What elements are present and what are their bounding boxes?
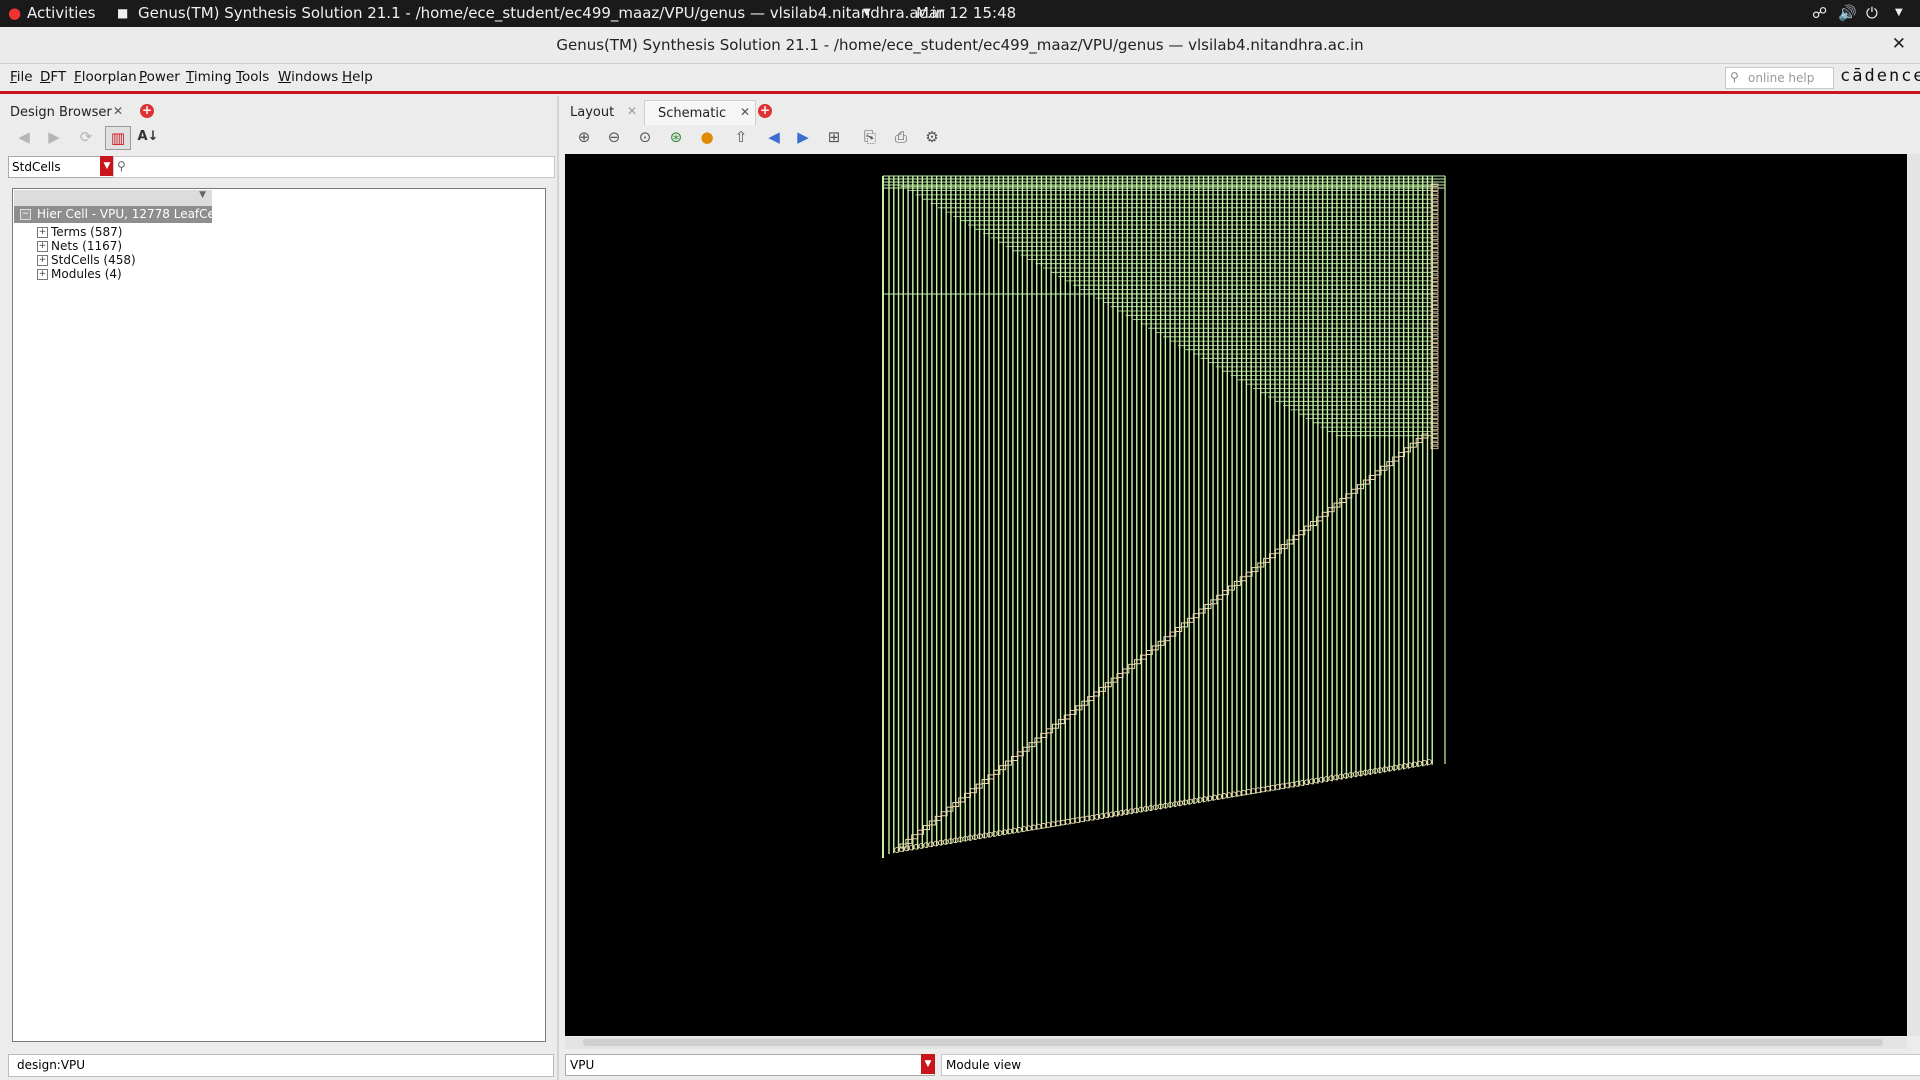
print-icon[interactable]: ⎙ [889,126,913,148]
push-up-icon[interactable]: ⇧ [729,126,753,148]
menu-power[interactable]: Power [139,69,180,85]
sort-az-icon[interactable]: A↓ [136,126,160,148]
tree-node-label: Nets (1167) [51,239,123,253]
menu-help[interactable]: Help [342,69,373,85]
vertical-scrollbar[interactable] [1908,154,1920,1036]
cell-type-filter[interactable]: StdCells ▼ [8,156,114,178]
activities-button[interactable]: Activities [27,4,95,22]
prev-icon[interactable]: ◀ [762,126,786,148]
app-menu-title[interactable]: Genus(TM) Synthesis Solution 21.1 - /hom… [138,4,945,22]
schematic-drawing [882,175,1446,858]
window-title-bar: Genus(TM) Synthesis Solution 21.1 - /hom… [0,27,1920,64]
schematic-status-bar: VPU ▼ Module view [565,1054,1920,1076]
forward-arrow-icon[interactable]: ▶ [42,126,66,148]
clock[interactable]: Mar 12 15:48 [916,4,1016,22]
module-selector[interactable]: VPU ▼ [565,1054,935,1076]
app-window-icon: ■ [117,6,129,20]
menu-floorplan[interactable]: Floorplan [74,69,137,85]
export-icon[interactable]: ⎘ [858,126,882,148]
panel-splitter[interactable] [557,96,559,1080]
browser-toolbar: ◀ ▶ ⟳ ▥ A↓ [0,122,556,150]
column-menu-icon[interactable]: ▼ [199,190,206,200]
window-title: Genus(TM) Synthesis Solution 21.1 - /hom… [556,36,1364,54]
next-icon[interactable]: ▶ [791,126,815,148]
cell-type-filter-value: StdCells [12,160,61,174]
tab-design-browser-label: Design Browser [10,105,112,120]
online-help-placeholder: online help [1748,71,1815,85]
dropdown-arrow-icon[interactable]: ▼ [921,1054,935,1074]
menu-bar: File DFT Floorplan Power Timing Tools Wi… [0,64,1920,94]
tree-root-label: Hier Cell - VPU, 12778 LeafCells [37,207,228,221]
redhat-icon: ● [8,4,22,22]
search-icon: ⚲ [117,159,126,173]
add-tab-icon[interactable]: + [140,104,154,118]
close-tab-icon[interactable]: ✕ [113,104,123,118]
design-tree: ▼ − Hier Cell - VPU, 12778 LeafCells + T… [12,188,546,1042]
zoom-area-icon[interactable]: ⊛ [664,126,688,148]
online-help-search[interactable]: ⚲ online help [1725,67,1834,89]
horizontal-scrollbar-thumb[interactable] [583,1039,1883,1046]
stop-icon[interactable]: ● [695,126,719,148]
tree-node-label: StdCells (458) [51,253,136,267]
view-mode-text: Module view [946,1058,1022,1072]
menu-dft[interactable]: DFT [40,69,66,85]
design-browser-panel: Design Browser ✕ + ◀ ▶ ⟳ ▥ A↓ StdCells ▼… [0,96,556,1080]
tree-node-label: Modules (4) [51,267,122,281]
tree-column-header[interactable]: ▼ [14,190,212,207]
hierarchy-view-icon[interactable]: ▥ [105,126,131,150]
module-selector-value: VPU [570,1058,595,1072]
refresh-icon[interactable]: ⟳ [74,126,98,148]
zoom-in-icon[interactable]: ⊕ [572,126,596,148]
horizontal-scrollbar[interactable] [565,1037,1907,1049]
system-top-bar: ● Activities ■ Genus(TM) Synthesis Solut… [0,0,1920,27]
chevron-down-icon[interactable]: ▼ [863,7,871,18]
expand-icon[interactable]: + [37,227,48,238]
zoom-out-icon[interactable]: ⊖ [602,126,626,148]
tab-design-browser[interactable]: Design Browser ✕ [0,100,130,124]
design-status-field: design:VPU [8,1054,554,1077]
close-window-button[interactable]: ✕ [1892,34,1906,54]
tab-layout[interactable]: Layout ✕ [562,100,640,124]
menu-tools[interactable]: Tools [236,69,269,85]
system-menu-chevron-icon[interactable]: ▼ [1895,7,1903,18]
network-icon[interactable]: ☍ [1812,4,1827,22]
add-tab-icon[interactable]: + [758,104,772,118]
power-icon[interactable]: ⏻ [1866,4,1878,22]
design-status-text: design:VPU [17,1058,86,1072]
schematic-toolbar: ⊕ ⊖ ⊙ ⊛ ● ⇧ ◀ ▶ ⊞ ⎘ ⎙ ⚙ [560,122,1920,150]
volume-icon[interactable]: 🔊 [1838,4,1857,22]
schematic-panel: Layout ✕ Schematic ✕ + ⊕ ⊖ ⊙ ⊛ ● ⇧ ◀ ▶ ⊞… [560,96,1920,1080]
zoom-fit-icon[interactable]: ⊙ [633,126,657,148]
expand-icon[interactable]: + [37,255,48,266]
close-tab-icon[interactable]: ✕ [627,104,637,118]
tree-root-hier-cell[interactable]: − Hier Cell - VPU, 12778 LeafCells [14,206,228,223]
settings-gear-icon[interactable]: ⚙ [920,126,944,148]
menu-timing[interactable]: Timing [186,69,232,85]
tab-layout-label: Layout [570,105,615,120]
tab-schematic-label: Schematic [658,106,727,121]
close-tab-icon[interactable]: ✕ [740,105,750,119]
menu-file[interactable]: File [10,69,33,85]
menu-windows[interactable]: Windows [278,69,338,85]
expand-icon[interactable]: + [37,241,48,252]
back-arrow-icon[interactable]: ◀ [12,126,36,148]
browser-search-input[interactable]: ⚲ [113,156,555,178]
tree-node-label: Terms (587) [51,225,123,239]
schematic-canvas[interactable] [565,154,1907,1036]
collapse-icon[interactable]: − [20,209,31,220]
expand-icon[interactable]: + [37,269,48,280]
view-mode-field: Module view [941,1054,1920,1076]
dropdown-arrow-icon[interactable]: ▼ [100,156,114,176]
layout-icon[interactable]: ⊞ [822,126,846,148]
cadence-logo: cādence [1840,66,1920,86]
search-icon: ⚲ [1730,70,1739,84]
